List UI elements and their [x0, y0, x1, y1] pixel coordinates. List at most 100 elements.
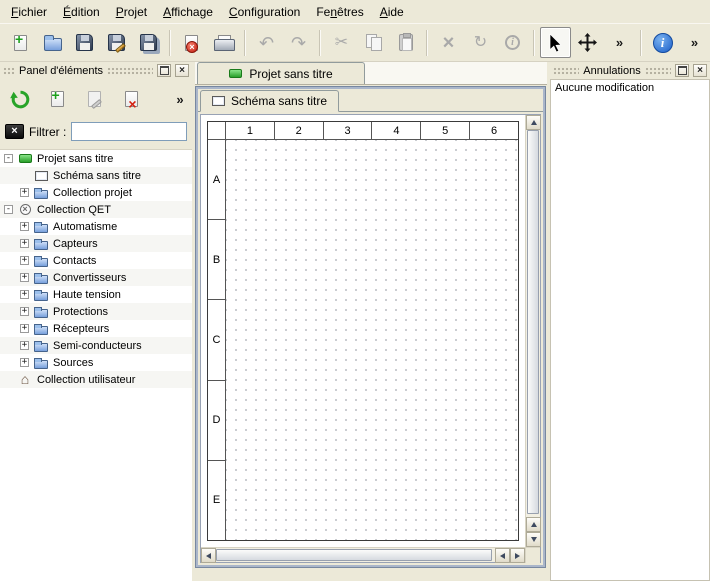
expander-plus-icon[interactable]: +	[20, 273, 29, 282]
element-info-button[interactable]: i	[497, 27, 528, 58]
tree-item-protections[interactable]: +Protections	[0, 303, 192, 320]
expander-plus-icon[interactable]: +	[20, 307, 29, 316]
hscroll-thumb[interactable]	[216, 549, 492, 561]
scroll-up-button[interactable]	[526, 115, 541, 130]
tree-item-collection-qet[interactable]: -×Collection QET	[0, 201, 192, 218]
expander-minus-icon[interactable]: -	[4, 205, 13, 214]
menu-aide[interactable]: Aide	[372, 2, 412, 22]
expander-plus-icon[interactable]: +	[20, 358, 29, 367]
float-undo-button[interactable]	[675, 64, 689, 77]
expander-plus-icon[interactable]: +	[20, 239, 29, 248]
project-icon	[17, 154, 33, 163]
menu-projet[interactable]: Projet	[108, 2, 155, 22]
toolbar-extension-button[interactable]: »	[604, 27, 635, 58]
diagram-sheet: 123456 ABCDE	[207, 121, 519, 541]
tab-diagram[interactable]: Schéma sans titre	[200, 90, 339, 112]
tree-item-projet-sans-titre[interactable]: -Projet sans titre	[0, 150, 192, 167]
menu-edition[interactable]: Édition	[55, 2, 108, 22]
dock-grip[interactable]	[3, 66, 15, 75]
close-undo-button[interactable]	[693, 64, 707, 77]
hscroll-track[interactable]	[216, 548, 495, 562]
expander-minus-icon[interactable]: -	[4, 154, 13, 163]
select-mode-button[interactable]	[540, 27, 571, 58]
copy-button[interactable]	[358, 27, 389, 58]
undo-panel-header[interactable]: Annulations	[550, 62, 710, 79]
scroll-right-button[interactable]	[510, 548, 525, 563]
expander-plus-icon[interactable]: +	[20, 341, 29, 350]
expander-plus-icon[interactable]: +	[20, 324, 29, 333]
save-all-button[interactable]	[133, 27, 164, 58]
elements-panel-header[interactable]: Panel d'éléments	[0, 62, 192, 79]
tree-item-label: Collection QET	[37, 204, 111, 216]
column-label: 3	[323, 122, 372, 139]
menu-affichage[interactable]: Affichage	[155, 2, 221, 22]
vscroll-thumb[interactable]	[527, 130, 539, 514]
tree-item-label: Collection utilisateur	[37, 374, 135, 386]
rotate-button[interactable]: ↻	[465, 27, 496, 58]
new-file-button[interactable]: +	[5, 27, 36, 58]
tree-item-semi-conducteurs[interactable]: +Semi-conducteurs	[0, 337, 192, 354]
tree-item-contacts[interactable]: +Contacts	[0, 252, 192, 269]
vscroll-track[interactable]	[526, 130, 540, 517]
undo-history-list[interactable]: Aucune modification	[550, 79, 710, 581]
column-label: 1	[226, 122, 274, 139]
menu-fenetres[interactable]: Fenêtres	[308, 2, 371, 22]
float-panel-button[interactable]	[157, 64, 171, 77]
expander-plus-icon[interactable]: +	[20, 188, 29, 197]
folder-icon	[33, 340, 49, 352]
dock-grip[interactable]	[553, 66, 579, 75]
folder-icon	[33, 187, 49, 199]
expander-plus-icon[interactable]: +	[20, 290, 29, 299]
grid-canvas[interactable]	[226, 140, 518, 540]
about-button[interactable]: i	[647, 27, 678, 58]
tree-item-schema-sans-titre[interactable]: Schéma sans titre	[0, 167, 192, 184]
tree-item-collection-utilisateur[interactable]: ⌂Collection utilisateur	[0, 371, 192, 388]
row-label: A	[208, 140, 225, 219]
cut-button[interactable]: ✂	[326, 27, 357, 58]
menu-fichier[interactable]: Fichier	[3, 2, 55, 22]
tree-item-recepteurs[interactable]: +Récepteurs	[0, 320, 192, 337]
reload-collections-button[interactable]	[4, 83, 36, 115]
qelectrotech-window: FichierÉditionProjetAffichageConfigurati…	[0, 0, 710, 581]
horizontal-scrollbar[interactable]	[201, 548, 525, 562]
new-element-button[interactable]: +	[41, 83, 73, 115]
tree-item-capteurs[interactable]: + Capteurs	[0, 235, 192, 252]
open-project-button[interactable]	[37, 27, 68, 58]
tree-item-sources[interactable]: +Sources	[0, 354, 192, 371]
tree-item-label: Collection projet	[53, 187, 132, 199]
tree-item-automatisme[interactable]: +Automatisme	[0, 218, 192, 235]
delete-element-button[interactable]: ×	[115, 83, 147, 115]
toolbar-extension-2-button[interactable]: »	[679, 27, 710, 58]
dock-grip[interactable]	[645, 66, 671, 75]
save-as-button[interactable]	[101, 27, 132, 58]
save-all-icon	[140, 34, 157, 51]
diagram-scene[interactable]: 123456 ABCDE	[201, 115, 525, 547]
tree-item-haute-tension[interactable]: +Haute tension	[0, 286, 192, 303]
scroll-left-button[interactable]	[201, 548, 216, 563]
redo-button[interactable]: ↷	[283, 27, 314, 58]
tree-item-collection-projet[interactable]: + Collection projet	[0, 184, 192, 201]
scroll-up-button-2[interactable]	[526, 517, 541, 532]
delete-button[interactable]: ×	[433, 27, 464, 58]
paste-button[interactable]	[390, 27, 421, 58]
expander-plus-icon[interactable]: +	[20, 222, 29, 231]
print-button[interactable]	[208, 27, 239, 58]
panel-extension-button[interactable]: »	[172, 88, 188, 110]
scroll-down-button[interactable]	[526, 532, 541, 547]
edit-element-button[interactable]	[78, 83, 110, 115]
pan-mode-button[interactable]	[572, 27, 603, 58]
tree-item-convertisseurs[interactable]: +Convertisseurs	[0, 269, 192, 286]
clear-filter-icon[interactable]	[5, 124, 24, 139]
undo-button[interactable]: ↶	[251, 27, 282, 58]
filter-input[interactable]	[71, 122, 187, 141]
tree-item-label: Capteurs	[53, 238, 98, 250]
close-panel-button[interactable]	[175, 64, 189, 77]
dock-grip[interactable]	[107, 66, 153, 75]
save-button[interactable]	[69, 27, 100, 58]
close-file-button[interactable]: ×	[176, 27, 207, 58]
scroll-left-button-2[interactable]	[495, 548, 510, 563]
menu-configuration[interactable]: Configuration	[221, 2, 308, 22]
vertical-scrollbar[interactable]	[525, 115, 540, 547]
tab-project[interactable]: Projet sans titre	[197, 62, 365, 84]
expander-plus-icon[interactable]: +	[20, 256, 29, 265]
